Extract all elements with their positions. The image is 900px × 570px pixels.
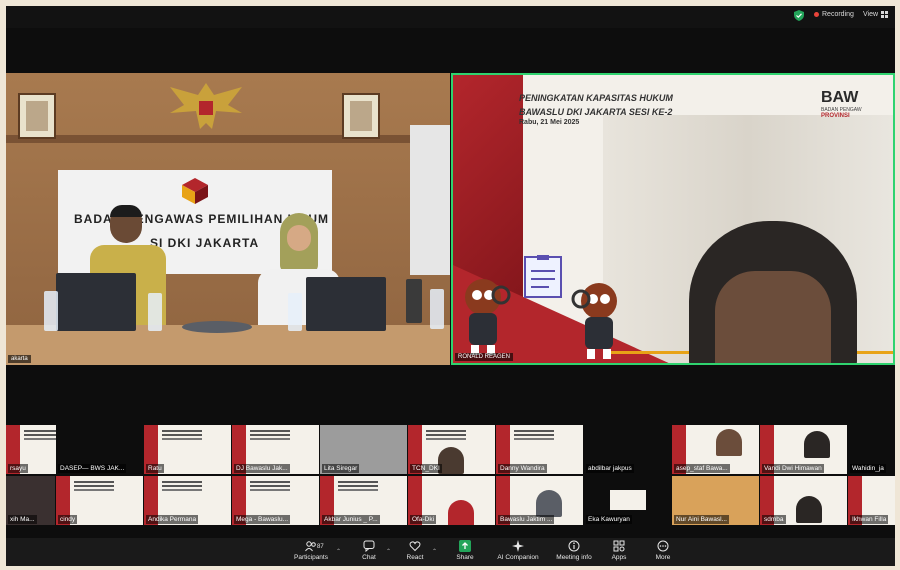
security-shield-icon[interactable] [794, 10, 804, 21]
participant-thumb[interactable]: Eka Kawuryan [584, 476, 671, 525]
share-label: Share [456, 554, 474, 561]
view-button[interactable]: View [863, 11, 889, 18]
participant-name-badge: akarta [8, 355, 31, 363]
react-caret-icon[interactable]: ⌃ [432, 548, 437, 555]
participant-thumb[interactable]: asep_staf Bawa... [672, 425, 759, 474]
participant-thumb[interactable]: Ofa-Dki [408, 476, 495, 525]
owl-mascot-left-icon [465, 279, 511, 355]
participants-label: Participants [294, 554, 328, 561]
share-button[interactable]: Share [442, 540, 488, 561]
owl-mascot-right-icon [571, 283, 617, 359]
clipboard-icon [524, 255, 562, 298]
participant-thumb[interactable]: Ikhwan Filla [848, 476, 895, 525]
apps-button[interactable]: Apps [596, 540, 642, 561]
bawaslu-logo-icon [182, 178, 208, 204]
participant-thumb[interactable]: Ratu [144, 425, 231, 474]
participants-icon [305, 541, 316, 552]
participant-thumb[interactable]: DASEP— BWS JAK... [56, 425, 143, 474]
participant-thumb[interactable]: abdilbar jakpus [584, 425, 671, 474]
ai-companion-label: AI Companion [497, 554, 539, 561]
chat-caret-icon[interactable]: ⌃ [386, 548, 391, 555]
meeting-info-button[interactable]: Meeting info [548, 540, 600, 561]
water-bottle [148, 293, 162, 331]
laptop-right [306, 277, 386, 331]
heart-icon [409, 541, 421, 552]
thermos [406, 279, 422, 323]
participant-thumb[interactable]: Danny Wandira [496, 425, 583, 474]
water-bottle [44, 291, 58, 331]
slide-date: Rabu, 21 Mei 2025 [519, 119, 580, 126]
chat-label: Chat [362, 554, 376, 561]
share-screen-icon [459, 540, 471, 552]
speaker-face [689, 221, 857, 363]
participant-thumbnail-strip: rsayu DASEP— BWS JAK... Ratu DJ Bawaslu … [6, 425, 895, 527]
portrait-frame-right [342, 93, 380, 139]
participant-thumb[interactable]: Andika Permana [144, 476, 231, 525]
react-label: React [406, 554, 424, 561]
bawaslu-logo: BAW BADAN PENGAW PROVINSI [821, 89, 862, 119]
top-bar: Recording View [6, 6, 895, 28]
grid-view-icon [881, 11, 889, 18]
participants-caret-icon[interactable]: ⌃ [336, 548, 341, 555]
participant-thumb[interactable]: Lita Siregar [320, 425, 407, 474]
record-dot-icon [814, 12, 819, 17]
meeting-info-label: Meeting info [556, 554, 592, 561]
slide-title: PENINGKATAN KAPASITAS HUKUM BAWASLU DKI … [519, 93, 673, 117]
view-label: View [863, 11, 879, 18]
recording-indicator[interactable]: Recording [814, 11, 854, 18]
meeting-toolbar: Participants 87 ⌃ Chat ⌃ React ⌃ Share A… [6, 538, 895, 566]
recording-label: Recording [822, 11, 854, 18]
laptop-left [56, 273, 136, 331]
participant-thumb[interactable]: Wahidin_ja [848, 425, 895, 474]
participant-name-badge: RONALD REAGEN [455, 353, 514, 361]
video-tile-speaker[interactable]: PENINGKATAN KAPASITAS HUKUM BAWASLU DKI … [451, 73, 895, 365]
participant-thumb[interactable]: xih Ma... [6, 476, 55, 525]
more-button[interactable]: More [640, 540, 686, 561]
participants-button[interactable]: Participants [288, 540, 334, 561]
participant-thumb[interactable]: cindy [56, 476, 143, 525]
participant-thumb[interactable]: Nur Aini Bawasl... [672, 476, 759, 525]
apps-label: Apps [611, 554, 627, 561]
video-tile-room[interactable]: BADAN PENGAWAS PEMILIHAN UMUM SI DKI JAK… [6, 73, 450, 365]
wall-panel [6, 135, 450, 143]
water-bottle [288, 293, 302, 331]
participant-thumb[interactable]: sdmba [760, 476, 847, 525]
portrait-frame-left [18, 93, 56, 139]
apps-icon [613, 540, 625, 552]
chat-icon [363, 540, 375, 552]
info-icon [568, 540, 580, 552]
garuda-emblem [170, 83, 242, 129]
participant-thumb[interactable]: TCN_DKI [408, 425, 495, 474]
participant-thumb[interactable]: Bawaslu Jaktim ... [496, 476, 583, 525]
water-bottle [430, 289, 444, 329]
ai-companion-button[interactable]: AI Companion [492, 540, 544, 561]
room-door [410, 125, 450, 275]
more-label: More [655, 554, 671, 561]
participant-thumb[interactable]: Akbar Junius _ P... [320, 476, 407, 525]
zoom-window: Recording View BADAN PENGAWAS PEMILIHAN … [6, 6, 895, 566]
participants-count: 87 [317, 544, 324, 550]
conference-mic [182, 321, 252, 333]
more-icon [657, 540, 669, 552]
participant-thumb[interactable]: DJ Bawaslu Jak... [232, 425, 319, 474]
participant-thumb[interactable]: Mega - Bawaslu... [232, 476, 319, 525]
participant-thumb[interactable]: Vandi Dwi Himawan [760, 425, 847, 474]
sparkle-icon [512, 540, 524, 552]
